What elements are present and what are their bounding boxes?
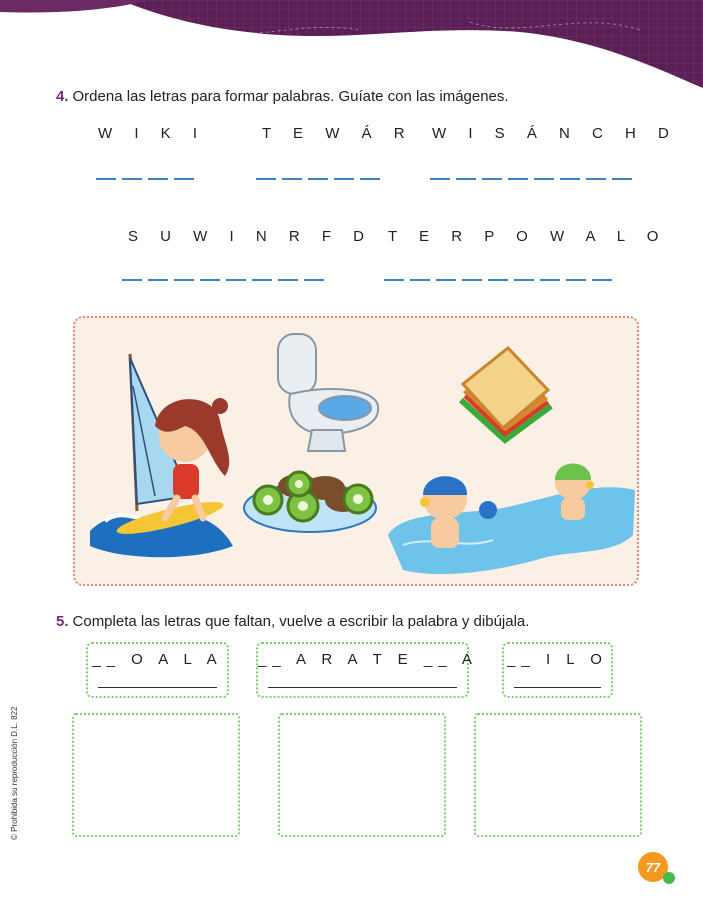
answer-blanks-1[interactable] [96, 178, 194, 180]
answer-blank[interactable] [282, 178, 302, 180]
answer-blank[interactable] [174, 178, 194, 180]
header-banner [0, 0, 703, 88]
answer-blank[interactable] [308, 178, 328, 180]
exercise-4-title: 4. Ordena las letras para formar palabras… [56, 88, 509, 105]
fill-word-letters-3: __ I L O [507, 651, 608, 668]
answer-blank[interactable] [278, 279, 298, 281]
fill-word-letters-1: __ O A L A [92, 651, 223, 668]
answer-blank[interactable] [540, 279, 560, 281]
swimming-kids-icon [388, 463, 635, 575]
answer-blank[interactable] [148, 279, 168, 281]
picture-panel [73, 316, 639, 586]
answer-blank[interactable] [252, 279, 272, 281]
rewrite-line-2[interactable] [268, 686, 457, 688]
answer-blank[interactable] [436, 279, 456, 281]
answer-blanks-3[interactable] [430, 178, 632, 180]
answer-blank[interactable] [410, 279, 430, 281]
answer-blanks-2[interactable] [256, 178, 380, 180]
answer-blank[interactable] [96, 178, 116, 180]
answer-blank[interactable] [430, 178, 450, 180]
answer-blank[interactable] [514, 279, 534, 281]
answer-blank[interactable] [200, 279, 220, 281]
answer-blank[interactable] [122, 178, 142, 180]
answer-blank[interactable] [122, 279, 142, 281]
drawing-box-1[interactable] [72, 713, 240, 837]
answer-blank[interactable] [148, 178, 168, 180]
scrambled-word-1: W I K I [98, 125, 206, 142]
answer-blank[interactable] [174, 279, 194, 281]
rewrite-line-1[interactable] [98, 686, 217, 688]
exercise-5-title: 5. Completa las letras que faltan, vuelve… [56, 613, 529, 630]
toilet-icon [277, 333, 380, 452]
exercise-5-number: 5. [56, 613, 69, 630]
answer-blank[interactable] [462, 279, 482, 281]
answer-blank[interactable] [384, 279, 404, 281]
answer-blanks-5[interactable] [384, 279, 612, 281]
answer-blank[interactable] [508, 178, 528, 180]
sandwich-icon [458, 345, 553, 444]
answer-blank[interactable] [592, 279, 612, 281]
answer-blank[interactable] [304, 279, 324, 281]
scrambled-word-3: W I S Á N C H D [432, 125, 678, 142]
copyright-notice: © Prohibida su reproducción D.L. 822 [10, 706, 19, 840]
exercise-5-instruction: Completa las letras que faltan, vuelve a… [72, 613, 530, 630]
answer-blank[interactable] [586, 178, 606, 180]
answer-blank[interactable] [256, 178, 276, 180]
answer-blank[interactable] [482, 178, 502, 180]
exercise-4-number: 4. [56, 88, 69, 105]
answer-blank[interactable] [360, 178, 380, 180]
page-number-dot [663, 872, 675, 884]
answer-blank[interactable] [226, 279, 246, 281]
scrambled-word-2: T E W Á R [262, 125, 414, 142]
fill-word-letters-2: __ A R A T E __ A [258, 651, 478, 668]
answer-blank[interactable] [488, 279, 508, 281]
fill-word-box-2[interactable]: __ A R A T E __ A [256, 642, 478, 698]
drawing-box-3[interactable] [474, 713, 642, 837]
drawing-box-2[interactable] [278, 713, 446, 837]
fill-word-box-3[interactable]: __ I L O [502, 642, 613, 698]
answer-blank[interactable] [560, 178, 580, 180]
rewrite-line-3[interactable] [514, 686, 601, 688]
exercise-4-instruction: Ordena las letras para formar palabras. … [72, 88, 509, 105]
answer-blank[interactable] [534, 178, 554, 180]
answer-blank[interactable] [612, 178, 632, 180]
kiwi-plate-icon [243, 470, 377, 533]
answer-blank[interactable] [334, 178, 354, 180]
sailboat-girl-icon [90, 353, 233, 558]
answer-blank[interactable] [456, 178, 476, 180]
answer-blanks-4[interactable] [122, 279, 324, 281]
scrambled-word-5: T E R P O W A L O [388, 228, 668, 245]
scrambled-word-4: S U W I N R F D [128, 228, 373, 245]
answer-blank[interactable] [566, 279, 586, 281]
fill-word-box-1[interactable]: __ O A L A [86, 642, 229, 698]
